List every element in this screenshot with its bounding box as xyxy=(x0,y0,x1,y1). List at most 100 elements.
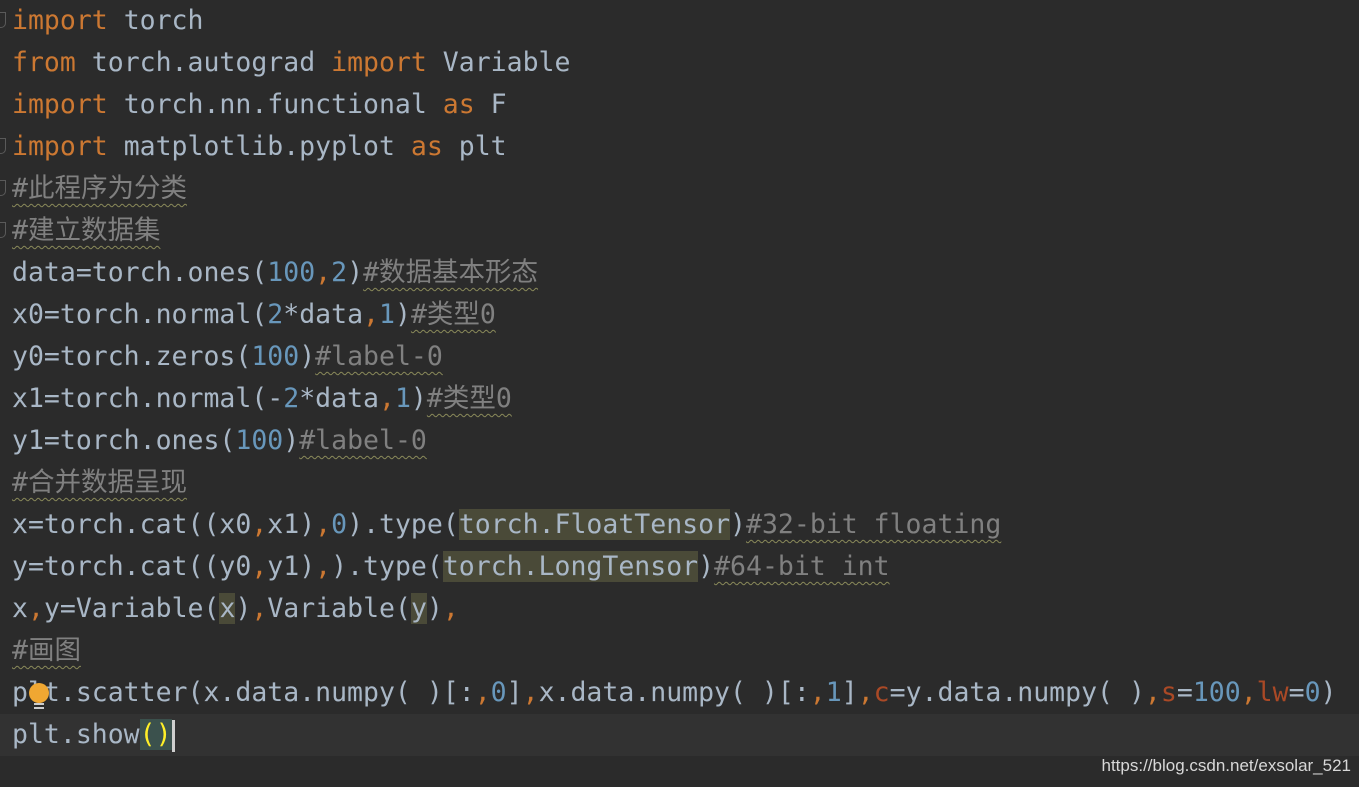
code-token: #合并数据呈现 xyxy=(12,467,187,498)
code-token: torch xyxy=(107,5,204,36)
code-token: plt.show xyxy=(12,719,140,750)
code-token: Variable( xyxy=(267,593,411,624)
code-token: 1 xyxy=(825,677,842,708)
code-line[interactable]: data=torch.ones(100,2)#数据基本形态 xyxy=(0,252,1359,294)
code-token: , xyxy=(1144,677,1161,708)
code-line[interactable]: x,y=Variable(x),Variable(y), xyxy=(0,588,1359,630)
code-token: , xyxy=(251,509,268,540)
code-line[interactable]: x=torch.cat((x0,x1),0).type(torch.FloatT… xyxy=(0,504,1359,546)
code-line[interactable]: import torch.nn.functional as F xyxy=(0,84,1359,126)
code-token: , xyxy=(315,509,332,540)
code-line[interactable]: import torch xyxy=(0,0,1359,42)
code-token: , xyxy=(1240,677,1257,708)
code-token: y xyxy=(410,593,427,624)
code-token: lw xyxy=(1256,677,1289,708)
watermark: https://blog.csdn.net/exsolar_521 xyxy=(1101,756,1352,775)
code-token: , xyxy=(315,257,332,288)
code-token: ) xyxy=(1320,677,1337,708)
code-token: import xyxy=(12,89,108,120)
code-token: , xyxy=(474,677,491,708)
code-token: 0 xyxy=(331,509,348,540)
code-token: #label-0 xyxy=(299,425,427,456)
code-token: 100 xyxy=(267,257,316,288)
code-token: #类型0 xyxy=(426,383,512,414)
text-caret xyxy=(171,719,175,752)
code-token: y1=torch.ones( xyxy=(12,425,236,456)
code-token: x xyxy=(219,593,236,624)
code-token: , xyxy=(251,593,268,624)
code-token: , xyxy=(857,677,874,708)
code-token: y=Variable( xyxy=(43,593,220,624)
code-token: () xyxy=(139,719,172,750)
code-line[interactable]: from torch.autograd import Variable xyxy=(0,42,1359,84)
code-token: #label-0 xyxy=(315,341,443,372)
code-token: , xyxy=(522,677,539,708)
code-token: plt xyxy=(442,131,507,162)
code-token: ) xyxy=(347,257,364,288)
code-token: x1=torch.normal(- xyxy=(12,383,284,414)
code-token: 2 xyxy=(331,257,348,288)
code-token: x1) xyxy=(267,509,316,540)
code-token: 100 xyxy=(251,341,300,372)
code-token: #32-bit floating xyxy=(746,509,1002,540)
fold-marker-icon[interactable] xyxy=(0,138,6,154)
code-line[interactable]: y0=torch.zeros(100)#label-0 xyxy=(0,336,1359,378)
code-token: Variable xyxy=(426,47,571,78)
code-token: matplotlib.pyplot xyxy=(107,131,411,162)
code-token: c xyxy=(873,677,890,708)
code-token: x0=torch.normal( xyxy=(12,299,268,330)
code-line[interactable]: #此程序为分类 xyxy=(0,168,1359,210)
code-token: x=torch.cat((x0 xyxy=(12,509,252,540)
code-token: =y.data.numpy( ) xyxy=(889,677,1145,708)
code-line[interactable]: x0=torch.normal(2*data,1)#类型0 xyxy=(0,294,1359,336)
code-token: ).type( xyxy=(347,509,459,540)
code-token: #建立数据集 xyxy=(12,215,161,246)
code-token: , xyxy=(442,593,459,624)
code-token: ) xyxy=(235,593,252,624)
code-line[interactable]: #建立数据集 xyxy=(0,210,1359,252)
fold-marker-icon[interactable] xyxy=(0,12,6,28)
code-token: 2 xyxy=(267,299,284,330)
code-token: 1 xyxy=(379,299,395,330)
code-token: as xyxy=(410,131,443,162)
fold-marker-icon[interactable] xyxy=(0,180,6,196)
fold-marker-icon[interactable] xyxy=(0,222,6,238)
code-token: import xyxy=(12,5,108,36)
code-token: import xyxy=(12,131,108,162)
code-token: ) xyxy=(299,341,316,372)
code-line[interactable]: y1=torch.ones(100)#label-0 xyxy=(0,420,1359,462)
code-token: *data xyxy=(299,383,379,414)
code-token: ) xyxy=(698,551,715,582)
code-token: data=torch.ones( xyxy=(12,257,268,288)
code-line[interactable]: plt.show() xyxy=(0,714,1359,756)
code-token: ).type( xyxy=(331,551,443,582)
code-line[interactable]: y=torch.cat((y0,y1),).type(torch.LongTen… xyxy=(0,546,1359,588)
code-line[interactable]: #画图 xyxy=(0,630,1359,672)
code-token: F xyxy=(474,89,507,120)
code-line[interactable]: #合并数据呈现 xyxy=(0,462,1359,504)
code-line[interactable]: import matplotlib.pyplot as plt xyxy=(0,126,1359,168)
code-token: 1 xyxy=(394,383,411,414)
code-token: , xyxy=(251,551,268,582)
code-token: s xyxy=(1160,677,1177,708)
code-token: y1) xyxy=(267,551,316,582)
code-editor[interactable]: import torch from torch.autograd import V… xyxy=(0,0,1359,756)
code-token: = xyxy=(1176,677,1193,708)
lightbulb-icon[interactable] xyxy=(29,683,49,709)
code-token: plt.scatter(x.data.numpy( )[: xyxy=(12,677,475,708)
code-token: #画图 xyxy=(12,635,81,666)
code-token: #64-bit int xyxy=(714,551,890,582)
code-line[interactable]: plt.scatter(x.data.numpy( )[:,0],x.data.… xyxy=(0,672,1359,714)
code-token: x.data.numpy( )[: xyxy=(538,677,810,708)
code-token: ) xyxy=(283,425,300,456)
code-token: ] xyxy=(506,677,523,708)
code-token: from xyxy=(12,47,76,78)
code-line[interactable]: x1=torch.normal(-2*data,1)#类型0 xyxy=(0,378,1359,420)
code-token: #此程序为分类 xyxy=(12,173,187,204)
code-token: , xyxy=(363,299,379,330)
code-token: ) xyxy=(426,593,443,624)
code-token: import xyxy=(331,47,427,78)
code-token: torch.LongTensor xyxy=(442,551,699,582)
code-token: , xyxy=(378,383,395,414)
code-token: 2 xyxy=(283,383,300,414)
